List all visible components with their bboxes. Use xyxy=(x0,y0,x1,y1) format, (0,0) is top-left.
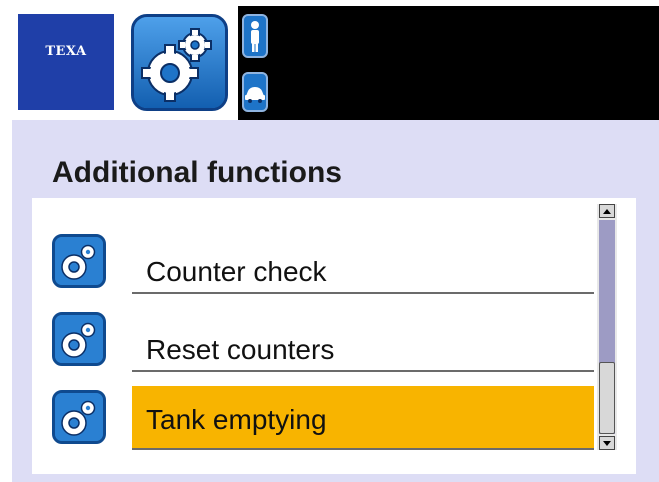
scroll-down-button[interactable] xyxy=(599,436,615,450)
car-icon xyxy=(245,87,265,103)
item-label-box: Reset counters xyxy=(132,300,594,370)
page-title: Additional functions xyxy=(52,156,342,189)
gears-icon xyxy=(131,14,228,111)
scrollbar[interactable] xyxy=(597,204,617,450)
item-label: Tank emptying xyxy=(146,404,327,435)
gears-icon xyxy=(52,312,106,366)
item-label-box: Counter check xyxy=(132,222,594,292)
screen: TEXA Additional functions Counter check … xyxy=(12,6,659,482)
list-item-tank-emptying[interactable]: Tank emptying xyxy=(32,376,595,456)
item-label-box-selected: Tank emptying xyxy=(132,386,594,448)
function-list: Counter check Reset counters Tank emptyi… xyxy=(32,198,636,474)
texa-logo: TEXA xyxy=(18,14,114,110)
gears-icon xyxy=(52,234,106,288)
list-item-counter-check[interactable]: Counter check xyxy=(32,220,595,300)
vehicle-button[interactable] xyxy=(242,72,268,112)
item-label: Reset counters xyxy=(146,334,335,365)
gears-icon xyxy=(52,390,106,444)
top-bar: TEXA xyxy=(12,6,659,120)
person-icon xyxy=(251,21,259,52)
list-item-reset-counters[interactable]: Reset counters xyxy=(32,298,595,378)
divider xyxy=(132,370,594,372)
scroll-thumb[interactable] xyxy=(599,362,615,434)
divider xyxy=(132,292,594,294)
arrow-down-icon xyxy=(603,441,611,446)
arrow-up-icon xyxy=(603,209,611,214)
title-bar: Additional functions xyxy=(12,120,659,198)
texa-logo-text: TEXA xyxy=(45,44,87,59)
scroll-up-button[interactable] xyxy=(599,204,615,218)
user-button[interactable] xyxy=(242,14,268,58)
divider xyxy=(132,448,594,450)
header-left-panel: TEXA xyxy=(12,6,238,120)
item-label: Counter check xyxy=(146,256,327,287)
